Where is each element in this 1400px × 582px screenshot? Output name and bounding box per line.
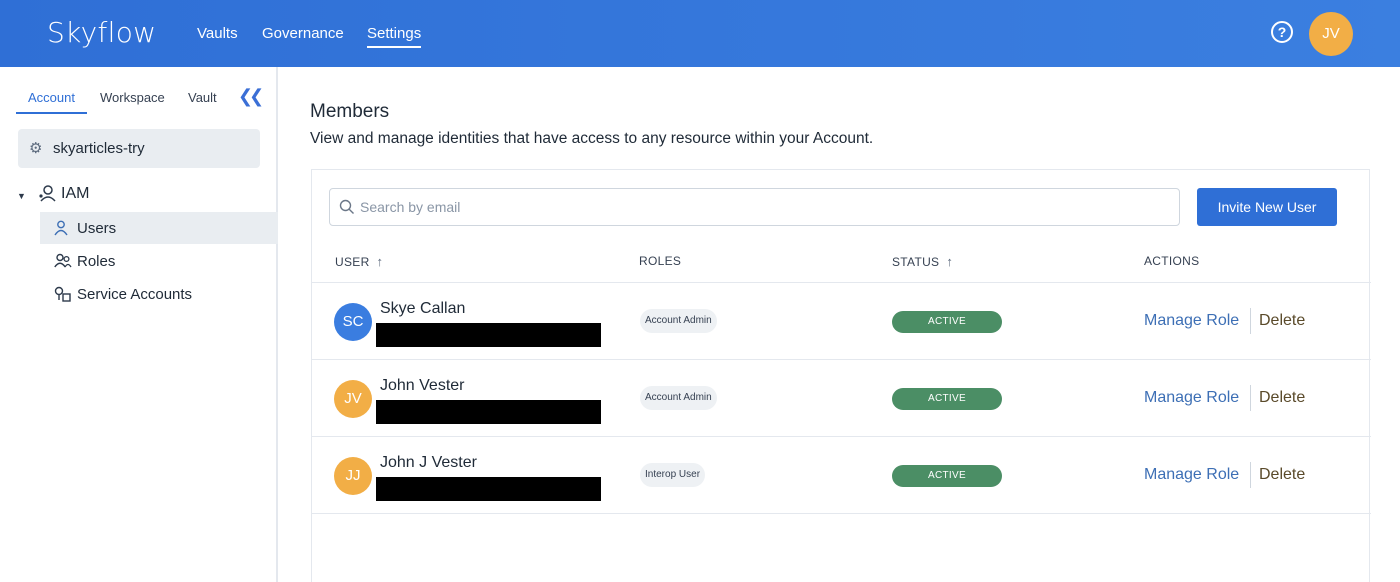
column-header-label: STATUS xyxy=(892,255,940,269)
user-name: Skye Callan xyxy=(380,300,466,317)
role-badge: Interop User xyxy=(640,463,706,487)
caret-down-icon[interactable]: ▼ xyxy=(17,191,26,201)
search-input[interactable] xyxy=(360,197,1160,217)
account-selector[interactable]: ⚙ skyarticles-try xyxy=(18,129,260,168)
sidebar-item-roles[interactable]: Roles xyxy=(40,245,278,277)
sidebar: Account Workspace Vault ❮❮ ⚙ skyarticles… xyxy=(0,67,278,582)
avatar: JJ xyxy=(334,457,372,495)
nav-vaults[interactable]: Vaults xyxy=(197,25,238,42)
status-badge: ACTIVE xyxy=(892,388,1002,410)
sidebar-tab-account[interactable]: Account xyxy=(28,90,75,105)
skyflow-logo[interactable]: Skyflow xyxy=(47,16,156,49)
chevron-double-left-icon[interactable]: ❮❮ xyxy=(238,86,264,107)
sort-ascending-icon[interactable]: ↑ xyxy=(377,254,384,269)
members-card: Invite New User USER ↑ ROLES STATUS ↑ ACTI… xyxy=(311,169,1371,582)
gears-icon: ⚙ xyxy=(29,140,43,157)
top-nav-bar: Skyflow Vaults Governance Settings ? JV xyxy=(0,0,1400,67)
table-row: SC Skye Callan Account Admin ACTIVE Mana… xyxy=(312,282,1371,359)
user-icon xyxy=(54,220,68,241)
page-title: Members xyxy=(310,101,390,122)
column-header-roles: ROLES xyxy=(639,254,681,268)
sidebar-item-service-accounts[interactable]: Service Accounts xyxy=(40,278,278,310)
active-tab-indicator xyxy=(16,112,87,114)
sidebar-item-label: Users xyxy=(77,220,117,237)
avatar: SC xyxy=(334,303,372,341)
account-name: skyarticles-try xyxy=(53,140,145,157)
avatar: JV xyxy=(334,380,372,418)
sort-ascending-icon[interactable]: ↑ xyxy=(946,254,953,269)
role-badge: Account Admin xyxy=(640,386,717,410)
table-row: JJ John J Vester Interop User ACTIVE Man… xyxy=(312,436,1371,513)
status-badge: ACTIVE xyxy=(892,311,1002,333)
delete-link[interactable]: Delete xyxy=(1259,389,1305,407)
status-badge: ACTIVE xyxy=(892,465,1002,487)
column-header-label: ROLES xyxy=(639,254,682,268)
column-header-status[interactable]: STATUS ↑ xyxy=(892,254,953,269)
action-divider xyxy=(1250,462,1251,488)
search-field[interactable] xyxy=(329,188,1180,226)
manage-role-link[interactable]: Manage Role xyxy=(1144,312,1239,330)
sidebar-tab-workspace[interactable]: Workspace xyxy=(100,90,165,105)
sidebar-item-users[interactable]: Users xyxy=(40,212,278,244)
redacted-email xyxy=(376,477,601,501)
nav-settings[interactable]: Settings xyxy=(367,25,422,48)
column-header-label: USER xyxy=(335,255,370,269)
page-subtitle: View and manage identities that have acc… xyxy=(310,130,874,147)
iam-group-label[interactable]: IAM xyxy=(61,185,89,203)
help-icon[interactable]: ? xyxy=(1271,21,1293,43)
sidebar-item-label: Service Accounts xyxy=(77,286,193,303)
redacted-email xyxy=(376,323,601,347)
user-avatar[interactable]: JV xyxy=(1309,12,1353,56)
sidebar-tab-vault[interactable]: Vault xyxy=(188,90,217,105)
table-row: JV John Vester Account Admin ACTIVE Mana… xyxy=(312,359,1371,436)
column-header-actions: ACTIONS xyxy=(1144,254,1199,268)
manage-role-link[interactable]: Manage Role xyxy=(1144,466,1239,484)
redacted-email xyxy=(376,400,601,424)
user-name: John Vester xyxy=(380,377,465,394)
column-header-user[interactable]: USER ↑ xyxy=(335,254,383,269)
delete-link[interactable]: Delete xyxy=(1259,466,1305,484)
delete-link[interactable]: Delete xyxy=(1259,312,1305,330)
iam-icon xyxy=(38,184,56,207)
users-icon xyxy=(54,253,72,274)
manage-role-link[interactable]: Manage Role xyxy=(1144,389,1239,407)
column-header-label: ACTIONS xyxy=(1144,254,1200,268)
user-name: John J Vester xyxy=(380,454,477,471)
role-badge: Account Admin xyxy=(640,309,717,333)
service-accounts-icon xyxy=(54,286,72,307)
search-icon xyxy=(339,199,355,220)
action-divider xyxy=(1250,385,1251,411)
sidebar-item-label: Roles xyxy=(77,253,116,270)
nav-governance[interactable]: Governance xyxy=(262,25,344,42)
table-bottom-border xyxy=(312,513,1371,514)
invite-new-user-button[interactable]: Invite New User xyxy=(1197,188,1337,226)
action-divider xyxy=(1250,308,1251,334)
